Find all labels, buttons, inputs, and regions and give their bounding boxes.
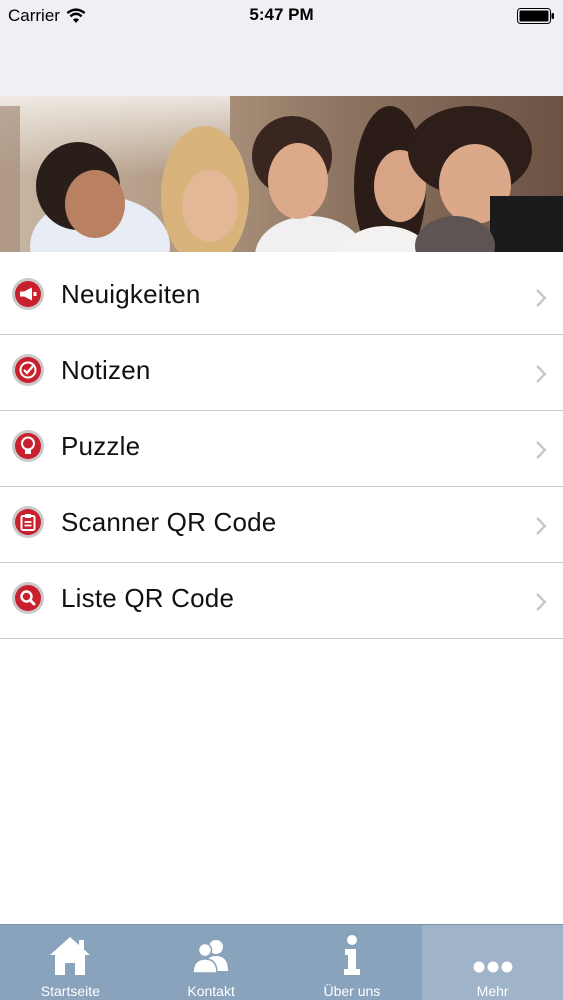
- more-icon: [473, 961, 513, 973]
- menu-item-notizen[interactable]: Notizen: [0, 335, 563, 411]
- tab-startseite[interactable]: Startseite: [0, 925, 141, 1000]
- tab-label: Kontakt: [187, 983, 235, 999]
- tab-kontakt[interactable]: Kontakt: [141, 925, 282, 1000]
- menu-item-label: Neuigkeiten: [61, 279, 201, 309]
- menu-item-scanner-qr-code[interactable]: Scanner QR Code: [0, 487, 563, 563]
- navigation-bar: [0, 32, 563, 96]
- banner-image: [0, 96, 563, 252]
- checkmark-icon: [12, 354, 44, 386]
- status-time: 5:47 PM: [249, 5, 314, 24]
- chevron-right-icon: [536, 517, 547, 535]
- chevron-right-icon: [536, 593, 547, 611]
- clipboard-icon: [12, 506, 44, 538]
- tab-label: Über uns: [323, 983, 381, 999]
- menu-item-label: Notizen: [61, 355, 151, 385]
- students-photo: [0, 96, 563, 252]
- menu-item-puzzle[interactable]: Puzzle: [0, 411, 563, 487]
- menu-item-label: Liste QR Code: [61, 583, 235, 613]
- magnifier-icon: [12, 582, 44, 614]
- chevron-right-icon: [536, 365, 547, 383]
- menu-item-label: Puzzle: [61, 431, 141, 461]
- menu-item-liste-qr-code[interactable]: Liste QR Code: [0, 563, 563, 639]
- info-icon: [343, 935, 360, 975]
- home-icon: [50, 937, 91, 975]
- chevron-right-icon: [536, 289, 547, 307]
- menu-item-label: Scanner QR Code: [61, 507, 277, 537]
- status-bar: Carrier 5:47 PM: [0, 0, 563, 32]
- battery-icon: [517, 8, 554, 24]
- lightbulb-icon: [12, 430, 44, 462]
- menu-item-neuigkeiten[interactable]: Neuigkeiten: [0, 259, 563, 335]
- app-screen: Carrier 5:47 PM Neuigkeiten Notizen Puzz…: [0, 0, 563, 1000]
- tab-label: Startseite: [40, 983, 100, 999]
- tab-bar: Startseite Kontakt Über uns Mehr: [0, 924, 563, 1000]
- chevron-right-icon: [536, 441, 547, 459]
- tab-ueber-uns[interactable]: Über uns: [282, 925, 423, 1000]
- megaphone-icon: [12, 278, 44, 310]
- tab-label: Mehr: [476, 983, 509, 999]
- menu-list: Neuigkeiten Notizen Puzzle Scanner QR Co…: [0, 259, 563, 639]
- tab-mehr[interactable]: Mehr: [422, 925, 563, 1000]
- people-icon: [192, 940, 229, 974]
